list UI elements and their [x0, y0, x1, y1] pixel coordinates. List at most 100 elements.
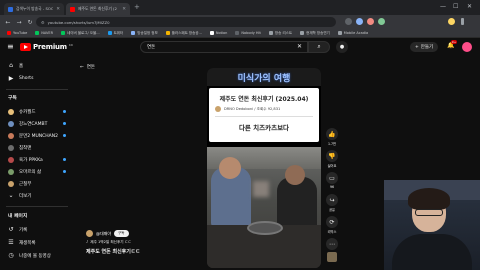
sidebar-subscription[interactable]: 문먼2 MUNCHAN2: [2, 130, 70, 141]
menu-icon[interactable]: ≡: [7, 42, 14, 51]
search-button[interactable]: ⌕: [308, 41, 330, 53]
thumbs-down-icon: 👎: [328, 152, 336, 160]
bookmark-item[interactable]: 트위터: [105, 31, 127, 36]
sidebar-item-label: 슈카월드: [19, 109, 36, 115]
bookmark-item[interactable]: 방송일정 정보: [128, 31, 160, 36]
comments-button[interactable]: ▭ 96: [324, 172, 340, 189]
browser-menu-icon[interactable]: [461, 18, 464, 25]
sidebar-subscription[interactable]: 육가 PPKKa: [2, 154, 70, 165]
maximize-icon[interactable]: ☐: [453, 3, 458, 10]
site-info-icon[interactable]: ⚙: [41, 20, 45, 25]
notifications-button[interactable]: 🔔 9+: [447, 40, 457, 49]
youtube-masthead: ≡ Premium KR 연돈 ✕ ⌕ ● + 만들기 🔔 9+: [0, 38, 480, 56]
channel-avatar[interactable]: [86, 230, 93, 237]
bookmark-icon: [300, 31, 305, 35]
share-button[interactable]: ↪ 공유: [324, 194, 340, 212]
bookmark-item[interactable]: 플러스패트 방송공...: [163, 31, 205, 36]
forward-arrow-icon[interactable]: →: [16, 19, 22, 26]
bookmark-item[interactable]: YouTube: [4, 31, 30, 35]
sidebar-item-watch-later[interactable]: ◷ 나중에 볼 동영상: [2, 250, 70, 261]
sidebar-subscription[interactable]: 근칠부: [2, 178, 70, 189]
browser-tab-active[interactable]: 제주도 연돈 최신후기 (2 ✕: [66, 3, 130, 15]
account-avatar[interactable]: [462, 42, 472, 52]
youtube-play-icon: [20, 43, 31, 51]
bookmark-icon: [107, 31, 112, 35]
youtube-favicon-icon: [70, 6, 75, 12]
subscriptions-header[interactable]: 구독: [8, 94, 17, 101]
browser-tab[interactable]: 검색누이 방송국 - SOOP ✕: [4, 3, 64, 15]
bookmark-item[interactable]: NAVER: [32, 31, 56, 35]
video-overlay-title: 미식가의 여행: [237, 73, 291, 84]
shorts-back-button[interactable]: ← 연돈: [80, 64, 95, 71]
voice-search-button[interactable]: ●: [336, 41, 348, 53]
playlist-icon: ☰: [8, 239, 14, 246]
sidebar-item-label: Shorts: [19, 76, 34, 81]
sidebar-subscription[interactable]: 슈카월드: [2, 106, 70, 117]
clear-search-icon[interactable]: ✕: [297, 43, 302, 50]
profile-icon[interactable]: [448, 18, 455, 25]
shorts-player[interactable]: 미식가의 여행 제주도 연돈 최신후기 (2025.04) DRNO Dedob…: [207, 68, 321, 268]
channel-avatar: [215, 106, 221, 112]
close-window-icon[interactable]: ✕: [467, 3, 472, 10]
sidebar-item-label: 재생목록: [19, 240, 36, 246]
minimize-icon[interactable]: —: [440, 3, 446, 10]
sidebar-subscription[interactable]: 침착맨: [2, 142, 70, 153]
channel-name[interactable]: @대패야: [96, 231, 111, 237]
sidebar-divider: [6, 89, 68, 90]
sidebar-item-history[interactable]: ↺ 기록: [2, 224, 70, 235]
sidebar-item-shorts[interactable]: ▶ Shorts: [2, 73, 70, 84]
url-text: youtube.com/shorts/lum7JMIZZ0: [47, 19, 110, 25]
bookmark-icon: [165, 31, 170, 35]
sidebar-show-more[interactable]: ⌄ 더보기: [2, 190, 70, 201]
bookmark-icon: [235, 31, 240, 35]
youtube-premium-logo[interactable]: Premium KR: [20, 43, 73, 51]
sidebar: ⌂ 홈 ▶ Shorts 구독 슈카월드 강느연CAMBT 문먼2 MUNCHA…: [0, 56, 74, 270]
close-tab-icon[interactable]: ✕: [122, 7, 126, 12]
subscribe-button[interactable]: 구독: [114, 230, 129, 237]
sound-thumbnail[interactable]: [327, 252, 337, 262]
sidebar-item-playlists[interactable]: ☰ 재생목록: [2, 237, 70, 248]
notification-badge: 9+: [451, 40, 457, 44]
extension-icon[interactable]: [378, 18, 385, 25]
extension-icon[interactable]: [356, 18, 363, 25]
channel-avatar: [8, 168, 14, 175]
close-tab-icon[interactable]: ✕: [56, 7, 60, 12]
search-input[interactable]: 연돈 ✕: [140, 41, 308, 53]
dislike-button[interactable]: 👎 싫어요: [324, 150, 340, 168]
bookmark-icon: [131, 31, 136, 35]
bookmark-item[interactable]: 방송 리스트: [266, 31, 295, 36]
thumbs-up-icon: 👍: [328, 130, 336, 138]
sidebar-item-home[interactable]: ⌂ 홈: [2, 60, 70, 71]
bookmark-icon: [337, 31, 342, 35]
my-page-header[interactable]: 내 페이지: [8, 212, 27, 219]
sound-link[interactable]: ♪ 제주 1박2일 최신후기 ㄷㄷ: [86, 240, 204, 245]
bookmark-item[interactable]: Notion: [207, 31, 230, 35]
url-input[interactable]: ⚙ youtube.com/shorts/lum7JMIZZ0: [36, 17, 336, 27]
new-tab-icon[interactable]: +: [134, 3, 140, 11]
more-options-button[interactable]: ⋯: [324, 238, 340, 250]
extension-icon[interactable]: [367, 18, 374, 25]
extension-icon[interactable]: [345, 18, 352, 25]
bookmark-item[interactable]: Mobile Acadia: [335, 31, 371, 35]
sidebar-subscription[interactable]: 오마르의 삶: [2, 166, 70, 177]
bookmark-item[interactable]: Nobody Hit: [232, 31, 264, 35]
create-label: 만들기: [420, 45, 434, 50]
back-arrow-icon[interactable]: ←: [5, 19, 11, 26]
video-frame-image: [207, 147, 321, 268]
video-caption-channel-text: DRNO Dedoboni / 조회수 92,831: [224, 106, 281, 111]
reload-icon[interactable]: ↻: [27, 19, 33, 26]
like-button[interactable]: 👍 1.7천: [324, 128, 340, 146]
new-content-dot: [63, 134, 66, 137]
sidebar-subscription[interactable]: 강느연CAMBT: [2, 118, 70, 129]
channel-avatar: [8, 144, 14, 151]
plus-icon: +: [415, 44, 419, 50]
clock-icon: ◷: [8, 252, 14, 259]
bookmark-item[interactable]: 현재학 방송연기: [297, 31, 333, 36]
create-button[interactable]: + 만들기: [410, 42, 439, 52]
sidebar-item-label: 기록: [19, 227, 28, 233]
music-note-icon: ♪: [86, 240, 89, 244]
browser-tab-title: 제주도 연돈 최신후기 (2: [78, 6, 117, 11]
share-label: 공유: [329, 208, 335, 212]
bookmark-item[interactable]: 네이버 블로그/ 오블...: [58, 31, 103, 36]
remix-button[interactable]: ⟳ 리믹스: [324, 216, 340, 234]
